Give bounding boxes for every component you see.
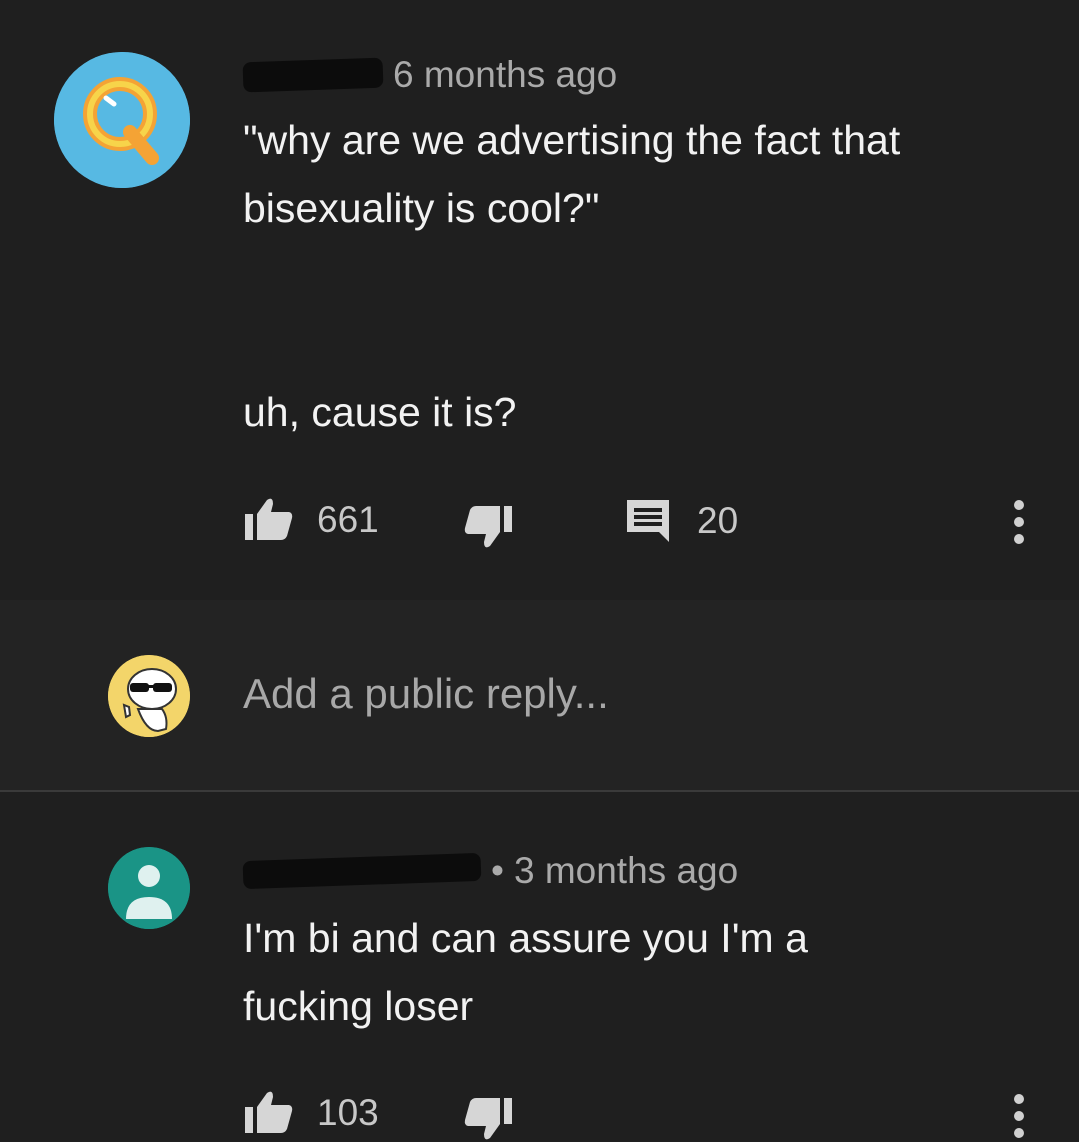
commenter2-avatar[interactable] — [108, 847, 190, 929]
kebab-dot — [1014, 517, 1024, 527]
comment2-time[interactable]: 3 months ago — [514, 850, 738, 892]
comment2-like-button[interactable]: 103 — [243, 1089, 379, 1137]
thumbs-up-icon — [245, 1091, 293, 1133]
comment2-meta: • 3 months ago — [242, 850, 738, 892]
thumbs-up-icon — [245, 498, 293, 540]
comment-icon — [627, 500, 669, 542]
comment2-like-count: 103 — [317, 1092, 379, 1133]
comment1-text: "why are we advertising the fact that bi… — [243, 117, 901, 435]
redacted-username — [242, 852, 482, 890]
comment1-reply-count: 20 — [697, 500, 739, 541]
comment2-dislike-button[interactable] — [462, 1094, 514, 1142]
thumbs-down-icon — [464, 1098, 512, 1140]
comment2-text: I'm bi and can assure you I'm a fucking … — [243, 915, 808, 1029]
kebab-dot — [1014, 1111, 1024, 1121]
user-avatar — [108, 655, 190, 737]
kebab-dot — [1014, 500, 1024, 510]
kebab-dot — [1014, 1128, 1024, 1138]
comment1-dislike-button[interactable] — [462, 502, 514, 550]
sunglasses-face-icon — [108, 655, 190, 737]
comment1-like-button[interactable]: 661 — [243, 496, 379, 544]
redacted-username — [242, 57, 384, 93]
commenter-avatar[interactable] — [54, 52, 190, 188]
comment1-time[interactable]: 6 months ago — [393, 54, 617, 96]
comment2-more-icon[interactable] — [1012, 1094, 1026, 1138]
comment1-reply-button[interactable]: 20 — [625, 498, 738, 544]
kebab-dot — [1014, 1094, 1024, 1104]
q-logo-icon — [54, 52, 190, 188]
comment1-meta: 6 months ago — [242, 54, 617, 96]
thumbs-down-icon — [464, 506, 512, 548]
comment1-more-icon[interactable] — [1012, 500, 1026, 544]
kebab-dot — [1014, 534, 1024, 544]
person-icon — [108, 847, 190, 929]
separator-dot: • — [491, 850, 504, 891]
reply-input[interactable]: Add a public reply... — [243, 670, 609, 718]
comment1-like-count: 661 — [317, 499, 379, 540]
